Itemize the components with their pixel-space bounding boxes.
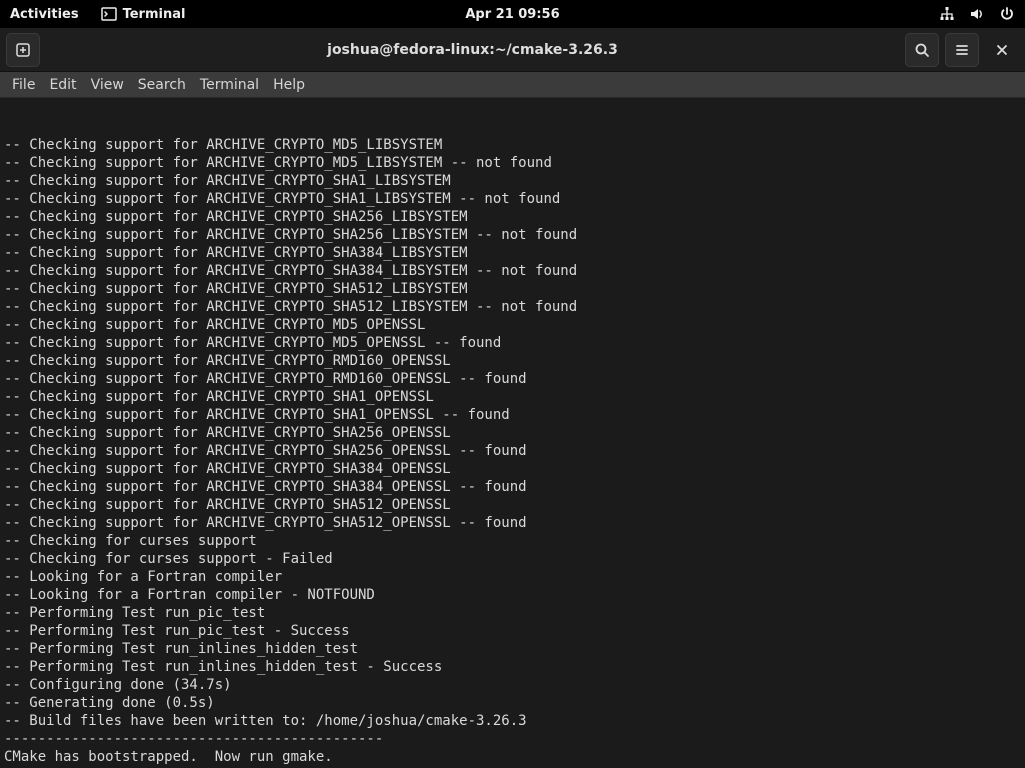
active-app-indicator[interactable]: Terminal bbox=[101, 7, 186, 22]
terminal-line: -- Looking for a Fortran compiler bbox=[4, 568, 1021, 586]
window-header-bar: joshua@fedora-linux:~/cmake-3.26.3 bbox=[0, 28, 1025, 72]
terminal-line: -- Checking support for ARCHIVE_CRYPTO_S… bbox=[4, 172, 1021, 190]
clock[interactable]: Apr 21 09:56 bbox=[465, 7, 559, 22]
terminal-line: -- Checking support for ARCHIVE_CRYPTO_S… bbox=[4, 442, 1021, 460]
terminal-line: -- Checking support for ARCHIVE_CRYPTO_S… bbox=[4, 244, 1021, 262]
terminal-line: -- Checking support for ARCHIVE_CRYPTO_S… bbox=[4, 280, 1021, 298]
terminal-icon bbox=[101, 7, 117, 21]
terminal-line: ----------------------------------------… bbox=[4, 730, 1021, 748]
new-tab-button[interactable] bbox=[6, 33, 40, 67]
close-window-button[interactable] bbox=[985, 33, 1019, 67]
terminal-line: -- Checking support for ARCHIVE_CRYPTO_S… bbox=[4, 190, 1021, 208]
terminal-line: -- Generating done (0.5s) bbox=[4, 694, 1021, 712]
terminal-line: -- Checking support for ARCHIVE_CRYPTO_S… bbox=[4, 514, 1021, 532]
volume-icon[interactable] bbox=[969, 6, 985, 22]
menu-help[interactable]: Help bbox=[273, 77, 305, 93]
menu-terminal[interactable]: Terminal bbox=[200, 77, 259, 93]
terminal-viewport[interactable]: -- Checking support for ARCHIVE_CRYPTO_M… bbox=[0, 98, 1025, 768]
menu-edit[interactable]: Edit bbox=[49, 77, 76, 93]
terminal-line: -- Looking for a Fortran compiler - NOTF… bbox=[4, 586, 1021, 604]
terminal-line: -- Performing Test run_pic_test bbox=[4, 604, 1021, 622]
terminal-line: -- Checking support for ARCHIVE_CRYPTO_S… bbox=[4, 298, 1021, 316]
menu-bar: File Edit View Search Terminal Help bbox=[0, 72, 1025, 98]
menu-view[interactable]: View bbox=[91, 77, 124, 93]
terminal-line: -- Checking support for ARCHIVE_CRYPTO_M… bbox=[4, 316, 1021, 334]
terminal-line: -- Checking support for ARCHIVE_CRYPTO_S… bbox=[4, 262, 1021, 280]
terminal-line: CMake has bootstrapped. Now run gmake. bbox=[4, 748, 1021, 766]
terminal-line: -- Build files have been written to: /ho… bbox=[4, 712, 1021, 730]
network-icon[interactable] bbox=[939, 6, 955, 22]
terminal-line: -- Checking for curses support bbox=[4, 532, 1021, 550]
terminal-line: -- Checking support for ARCHIVE_CRYPTO_M… bbox=[4, 334, 1021, 352]
terminal-line: -- Checking support for ARCHIVE_CRYPTO_S… bbox=[4, 406, 1021, 424]
terminal-line: -- Checking support for ARCHIVE_CRYPTO_S… bbox=[4, 496, 1021, 514]
terminal-line: -- Performing Test run_pic_test - Succes… bbox=[4, 622, 1021, 640]
menu-file[interactable]: File bbox=[12, 77, 35, 93]
terminal-line: -- Checking support for ARCHIVE_CRYPTO_M… bbox=[4, 154, 1021, 172]
terminal-line: -- Checking support for ARCHIVE_CRYPTO_M… bbox=[4, 136, 1021, 154]
gnome-top-bar: Activities Terminal Apr 21 09:56 bbox=[0, 0, 1025, 28]
terminal-line: -- Checking support for ARCHIVE_CRYPTO_R… bbox=[4, 352, 1021, 370]
terminal-line: -- Checking support for ARCHIVE_CRYPTO_R… bbox=[4, 370, 1021, 388]
hamburger-menu-button[interactable] bbox=[945, 33, 979, 67]
terminal-line: -- Checking support for ARCHIVE_CRYPTO_S… bbox=[4, 226, 1021, 244]
activities-button[interactable]: Activities bbox=[10, 7, 79, 22]
terminal-line: -- Checking for curses support - Failed bbox=[4, 550, 1021, 568]
terminal-line: -- Performing Test run_inlines_hidden_te… bbox=[4, 640, 1021, 658]
power-icon[interactable] bbox=[999, 6, 1015, 22]
menu-search[interactable]: Search bbox=[138, 77, 186, 93]
terminal-line: -- Configuring done (34.7s) bbox=[4, 676, 1021, 694]
window-title: joshua@fedora-linux:~/cmake-3.26.3 bbox=[46, 42, 899, 58]
terminal-line: -- Checking support for ARCHIVE_CRYPTO_S… bbox=[4, 460, 1021, 478]
search-button[interactable] bbox=[905, 33, 939, 67]
terminal-line: -- Checking support for ARCHIVE_CRYPTO_S… bbox=[4, 478, 1021, 496]
terminal-line: -- Performing Test run_inlines_hidden_te… bbox=[4, 658, 1021, 676]
active-app-name: Terminal bbox=[123, 7, 186, 22]
terminal-line: -- Checking support for ARCHIVE_CRYPTO_S… bbox=[4, 208, 1021, 226]
terminal-line: -- Checking support for ARCHIVE_CRYPTO_S… bbox=[4, 388, 1021, 406]
terminal-output: -- Checking support for ARCHIVE_CRYPTO_M… bbox=[4, 136, 1021, 766]
terminal-line: -- Checking support for ARCHIVE_CRYPTO_S… bbox=[4, 424, 1021, 442]
